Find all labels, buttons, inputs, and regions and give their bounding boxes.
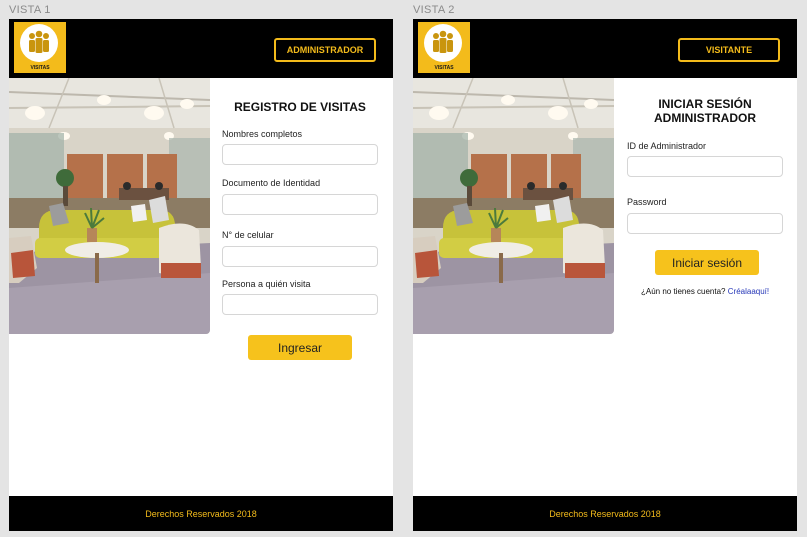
header: VISITAS ADMINISTRADOR [9, 19, 393, 78]
footer: Derechos Reservados 2018 [413, 496, 797, 531]
signup-question: ¿Aún no tienes cuenta? [641, 287, 726, 296]
view-label: VISTA 1 [9, 4, 51, 16]
persona-input[interactable] [222, 294, 378, 315]
header: VISITAS VISITANTE [413, 19, 797, 78]
people-icon [20, 24, 58, 62]
celular-input[interactable] [222, 246, 378, 267]
view-2-frame: VISITAS VISITANTE INICIAR SESIÓN ADMINIS… [413, 19, 797, 531]
nombres-input[interactable] [222, 144, 378, 165]
admin-id-input[interactable] [627, 156, 783, 177]
field-label-celular: N° de celular [222, 230, 274, 240]
field-label-persona: Persona a quién visita [222, 279, 311, 289]
field-label-documento: Documento de Identidad [222, 178, 321, 188]
logo-text: VISITAS [30, 65, 50, 71]
field-label-nombres: Nombres completos [222, 129, 303, 139]
logo[interactable]: VISITAS [14, 22, 66, 73]
field-label-admin-id: ID de Administrador [627, 141, 707, 151]
form-title-line-2: ADMINISTRADOR [654, 111, 756, 125]
view-1-frame: VISITAS ADMINISTRADOR REGISTRO DE VISITA… [9, 19, 393, 531]
signup-note: ¿Aún no tienes cuenta? Créalaaquí! [641, 287, 769, 296]
footer: Derechos Reservados 2018 [9, 496, 393, 531]
logo-text: VISITAS [434, 65, 454, 71]
office-photo [413, 78, 614, 334]
iniciar-sesion-button[interactable]: Iniciar sesión [655, 250, 759, 275]
form-title-line-1: INICIAR SESIÓN [658, 97, 752, 111]
office-photo [9, 78, 210, 334]
footer-text: Derechos Reservados 2018 [549, 508, 661, 519]
password-input[interactable] [627, 213, 783, 234]
visitante-button[interactable]: VISITANTE [678, 38, 780, 62]
ingresar-button[interactable]: Ingresar [248, 335, 352, 360]
documento-input[interactable] [222, 194, 378, 215]
form-title: REGISTRO DE VISITAS [234, 100, 366, 114]
form-title: INICIAR SESIÓN ADMINISTRADOR [627, 97, 783, 125]
administrador-button[interactable]: ADMINISTRADOR [274, 38, 376, 62]
signup-link[interactable]: Créalaaquí! [728, 287, 769, 296]
people-icon [424, 24, 462, 62]
field-label-password: Password [627, 197, 667, 207]
logo[interactable]: VISITAS [418, 22, 470, 73]
view-label: VISTA 2 [413, 4, 455, 16]
footer-text: Derechos Reservados 2018 [145, 508, 257, 519]
